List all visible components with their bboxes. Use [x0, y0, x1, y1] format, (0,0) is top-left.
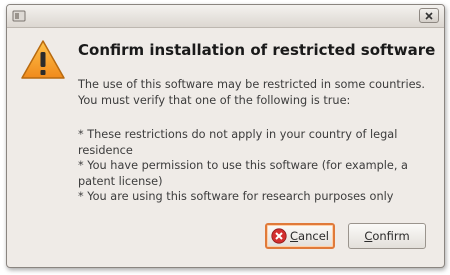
restriction-list: * These restrictions do not apply in you… — [78, 127, 438, 205]
confirm-button[interactable]: Confirm — [348, 223, 426, 249]
cancel-button[interactable]: Cancel — [265, 223, 335, 249]
list-item: * You are using this software for resear… — [78, 190, 394, 203]
title-bar[interactable] — [7, 5, 444, 28]
warning-icon — [21, 40, 65, 79]
list-item: * You have permission to use this softwa… — [78, 159, 408, 188]
dialog-window: Confirm installation of restricted softw… — [6, 4, 445, 268]
close-icon — [425, 12, 433, 20]
list-item: * These restrictions do not apply in you… — [78, 128, 398, 157]
confirm-button-label: Confirm — [364, 229, 410, 243]
cancel-button-label: Cancel — [290, 229, 329, 243]
dialog-intro-text: The use of this software may be restrict… — [78, 78, 426, 107]
close-button[interactable] — [419, 8, 439, 23]
window-app-icon — [12, 10, 26, 22]
dialog-title: Confirm installation of restricted softw… — [78, 41, 436, 59]
cancel-icon — [271, 228, 287, 244]
